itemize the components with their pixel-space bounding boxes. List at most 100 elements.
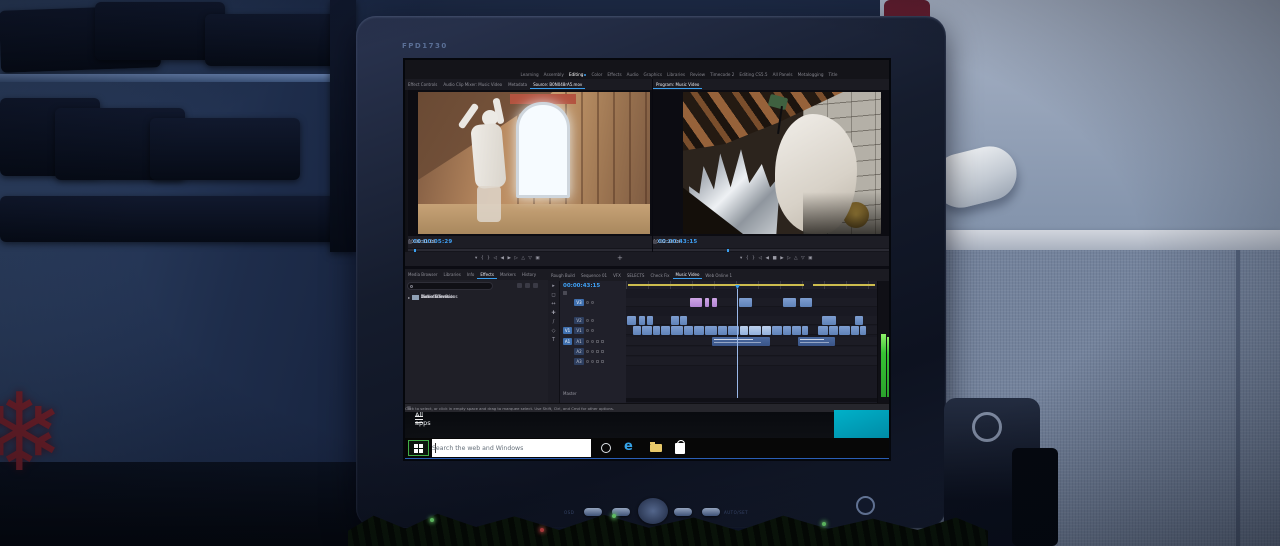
workspace-all-panels[interactable]: All Panels	[771, 72, 795, 77]
power-button[interactable]	[856, 496, 875, 515]
transport-icon[interactable]: ◁	[759, 257, 762, 262]
select-button[interactable]	[702, 508, 720, 516]
video-clip[interactable]	[762, 326, 771, 335]
nav-pad-button[interactable]	[638, 498, 668, 524]
mute-toggle-icon[interactable]	[596, 360, 599, 363]
track-toggle-icon[interactable]	[591, 319, 594, 322]
track-header-v2[interactable]: V2	[561, 316, 625, 325]
workspace-audio[interactable]: Audio	[625, 72, 641, 77]
tab-markers[interactable]: Markers	[497, 271, 519, 278]
video-clip[interactable]	[627, 316, 636, 325]
transport-icon[interactable]: ◁	[494, 257, 497, 262]
video-clip[interactable]	[690, 298, 702, 307]
video-clip[interactable]	[633, 326, 641, 335]
tab-info[interactable]: Info	[464, 271, 478, 278]
transport-icon[interactable]: △	[521, 257, 524, 262]
video-clip[interactable]	[739, 298, 752, 307]
transport-icon[interactable]: ▽	[801, 257, 804, 262]
video-clip[interactable]	[647, 316, 653, 325]
filter-icon[interactable]	[517, 283, 522, 288]
tool-icon[interactable]: T	[552, 338, 555, 343]
video-clip[interactable]	[749, 326, 761, 335]
workspace-editing[interactable]: Editing	[567, 72, 589, 77]
transport-icon[interactable]: }	[487, 257, 490, 262]
solo-toggle-icon[interactable]	[601, 350, 604, 353]
video-clip[interactable]	[705, 298, 709, 307]
track-toggle-icon[interactable]	[586, 319, 589, 322]
sequence-tab-sequence-01[interactable]: Sequence 01	[578, 272, 610, 279]
video-clip[interactable]	[800, 298, 812, 307]
effects-bin-video-transitions[interactable]: ▸Video Transitions	[405, 293, 457, 302]
video-clip[interactable]	[671, 326, 683, 335]
audio-clip[interactable]	[712, 337, 770, 346]
mute-toggle-icon[interactable]	[596, 340, 599, 343]
transport-icon[interactable]: △	[794, 257, 797, 262]
source-monitor-viewer[interactable]	[408, 90, 652, 236]
track-toggle-icon[interactable]	[591, 301, 594, 304]
track-name-v2[interactable]: V2	[574, 317, 584, 324]
track-toggle-icon[interactable]	[591, 340, 594, 343]
settings-wrench-icon[interactable]	[408, 240, 412, 244]
workspace-title[interactable]: Title	[827, 72, 840, 77]
windows-store-icon[interactable]	[675, 443, 685, 454]
transport-icon[interactable]: ▾	[740, 257, 742, 262]
transport-icon[interactable]: ▷	[787, 257, 790, 262]
tab-program-music-video[interactable]: Program: Music Video	[653, 81, 702, 89]
transport-icon[interactable]: ▣	[808, 257, 812, 262]
workspace-libraries[interactable]: Libraries	[665, 72, 687, 77]
video-clip[interactable]	[802, 326, 808, 335]
timeline-playhead[interactable]	[737, 289, 738, 399]
transport-icon[interactable]: ▷	[514, 257, 517, 262]
transport-icon[interactable]: ▶	[780, 257, 783, 262]
workspace-effects[interactable]: Effects	[605, 72, 623, 77]
menu-right-button[interactable]	[674, 508, 692, 516]
sequence-tab-web-online-1[interactable]: Web Online 1	[702, 272, 735, 279]
video-clip[interactable]	[822, 316, 836, 325]
video-clip[interactable]	[705, 326, 717, 335]
video-clip[interactable]	[642, 326, 652, 335]
new-bin-icon[interactable]	[533, 283, 538, 288]
track-header-v1[interactable]: V1V1	[561, 326, 625, 335]
video-clip[interactable]	[818, 326, 828, 335]
track-toggle-icon[interactable]	[586, 360, 589, 363]
video-clip[interactable]	[740, 326, 748, 335]
tool-icon[interactable]: ◇	[552, 329, 556, 334]
video-clip[interactable]	[684, 326, 693, 335]
solo-toggle-icon[interactable]	[601, 360, 604, 363]
workspace-graphics[interactable]: Graphics	[642, 72, 665, 77]
transport-icon[interactable]: ▣	[535, 257, 539, 262]
track-toggle-icon[interactable]	[591, 350, 594, 353]
video-clip[interactable]	[851, 326, 859, 335]
tab-source-b0n048ra5-mov[interactable]: Source: B0N048rA5.mov	[530, 81, 585, 89]
transport-icon[interactable]: {	[481, 257, 484, 262]
video-clip[interactable]	[694, 326, 704, 335]
track-name-a1[interactable]: A1	[574, 338, 584, 345]
source-patch-v1[interactable]: V1	[563, 327, 572, 334]
transport-icon[interactable]: ▾	[475, 257, 477, 262]
workspace-review[interactable]: Review	[688, 72, 707, 77]
taskbar-search-input[interactable]: Search the web and Windows	[432, 439, 591, 457]
track-toggle-icon[interactable]	[586, 329, 589, 332]
tool-icon[interactable]: ✚	[551, 311, 555, 316]
track-toggle-icon[interactable]	[591, 329, 594, 332]
video-clip[interactable]	[661, 326, 670, 335]
workspace-color[interactable]: Color	[589, 72, 604, 77]
track-toggle-icon[interactable]	[586, 301, 589, 304]
track-header-a1[interactable]: A1A1	[561, 337, 625, 346]
tool-icon[interactable]: /	[553, 320, 555, 325]
track-name-a2[interactable]: A2	[574, 348, 584, 355]
track-toggle-icon[interactable]	[591, 360, 594, 363]
track-header-a2[interactable]: A2	[561, 347, 625, 356]
source-patch-a3[interactable]	[563, 358, 572, 365]
video-clip[interactable]	[712, 298, 717, 307]
workspace-editing-cs5-5[interactable]: Editing CS5.5	[737, 72, 769, 77]
video-clip[interactable]	[783, 326, 791, 335]
workspace-assembly[interactable]: Assembly	[542, 72, 566, 77]
solo-toggle-icon[interactable]	[601, 340, 604, 343]
start-button[interactable]	[408, 440, 429, 456]
transport-icon[interactable]: ■	[772, 257, 776, 262]
track-name-v1[interactable]: V1	[574, 327, 584, 334]
timeline-settings-icon[interactable]	[563, 291, 567, 295]
tab-effect-controls[interactable]: Effect Controls	[405, 81, 440, 88]
tool-icon[interactable]: ↔	[551, 302, 555, 307]
